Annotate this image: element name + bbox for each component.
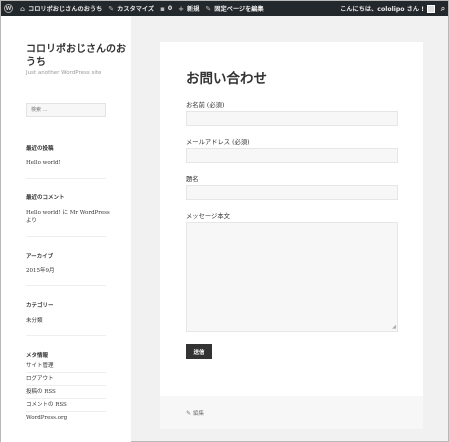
recent-posts-title: 最近の投稿 [26,146,54,152]
name-field[interactable] [186,111,398,126]
submit-button[interactable]: 送信 [186,344,212,359]
meta-item-site-admin[interactable]: サイト管理 [26,360,106,373]
recent-comments-title: 最近のコメント [26,195,65,201]
admin-bar-site-name-label: コロリポおじさんのおうち [28,6,103,13]
admin-bar: W ⌂ コロリポおじさんのおうち ✎ カスタマイズ ▪ 0 + 新規 ✎ 固定ペ… [1,1,448,16]
admin-bar-customize-label: カスタマイズ [117,6,155,13]
archives-title: アーカイブ [26,254,54,260]
admin-bar-customize[interactable]: ✎ カスタマイズ [105,1,157,16]
meta-item-logout[interactable]: ログアウト [26,373,106,386]
avatar [427,4,435,13]
recent-comment-link[interactable]: Hello world! に Mr WordPress より [26,209,114,225]
admin-bar-my-account[interactable]: こんにちは、cololipo さん ! [337,1,438,16]
email-label: メールアドレス (必須) [186,139,250,146]
category-link[interactable]: 未分類 [26,317,114,325]
site-description: Just another WordPress site [26,70,102,76]
edit-link[interactable]: ✎ 編集 [186,409,205,418]
home-icon: ⌂ [20,4,26,13]
admin-bar-new-label: 新規 [187,6,200,13]
subject-label: 題名 [186,176,199,183]
plus-icon: + [178,4,185,13]
search-input[interactable] [26,103,106,117]
admin-bar-edit-page[interactable]: ✎ 固定ページを編集 [202,1,266,16]
meta-item-wordpress-org[interactable]: WordPress.org [26,412,106,425]
search-icon: ⌕ [440,3,446,13]
admin-bar-site-name[interactable]: ⌂ コロリポおじさんのおうち [17,1,105,16]
meta-item-comments-rss[interactable]: コメントの RSS [26,399,106,412]
message-textarea[interactable]: ◢ [186,222,398,332]
comment-icon: ▪ [160,4,165,13]
pencil-icon: ✎ [186,409,192,417]
sidebar: コロリポおじさんのおうち Just another WordPress site… [1,16,131,442]
subject-field[interactable] [186,185,398,200]
admin-bar-greeting: こんにちは、cololipo さん ! [340,6,424,13]
admin-bar-new[interactable]: + 新規 [175,1,202,16]
divider [26,178,106,179]
admin-bar-comments-count: 0 [167,5,173,12]
pencil-icon: ✎ [205,4,212,13]
resize-handle-icon[interactable]: ◢ [392,324,396,330]
edit-link-label: 編集 [193,411,205,417]
admin-bar-edit-page-label: 固定ページを編集 [214,6,264,13]
message-label: メッセージ本文 [186,213,230,220]
wp-logo-menu[interactable]: W [1,1,17,16]
categories-title: カテゴリー [26,303,54,309]
wordpress-icon: W [4,4,13,13]
admin-bar-comments[interactable]: ▪ 0 [157,1,175,16]
divider [26,285,106,286]
paintbrush-icon: ✎ [108,4,115,13]
entry-footer: ✎ 編集 [160,396,423,429]
meta-title: メタ情報 [26,353,49,359]
divider [26,335,106,336]
admin-bar-search[interactable]: ⌕ [438,4,448,14]
site-title[interactable]: コロリポおじさんのおうち [26,43,126,69]
email-field[interactable] [186,148,398,163]
name-label: お名前 (必須) [186,102,225,109]
meta-list: サイト管理 ログアウト 投稿の RSS コメントの RSS WordPress.… [26,360,106,425]
archive-link[interactable]: 2015年9月 [26,267,114,275]
page-title: お問い合わせ [186,71,267,87]
recent-post-link[interactable]: Hello world! [26,159,114,167]
contact-form-card: お問い合わせ お名前 (必須) メールアドレス (必須) 題名 メッセージ本文 … [160,42,423,396]
meta-item-posts-rss[interactable]: 投稿の RSS [26,386,106,399]
divider [26,236,106,237]
